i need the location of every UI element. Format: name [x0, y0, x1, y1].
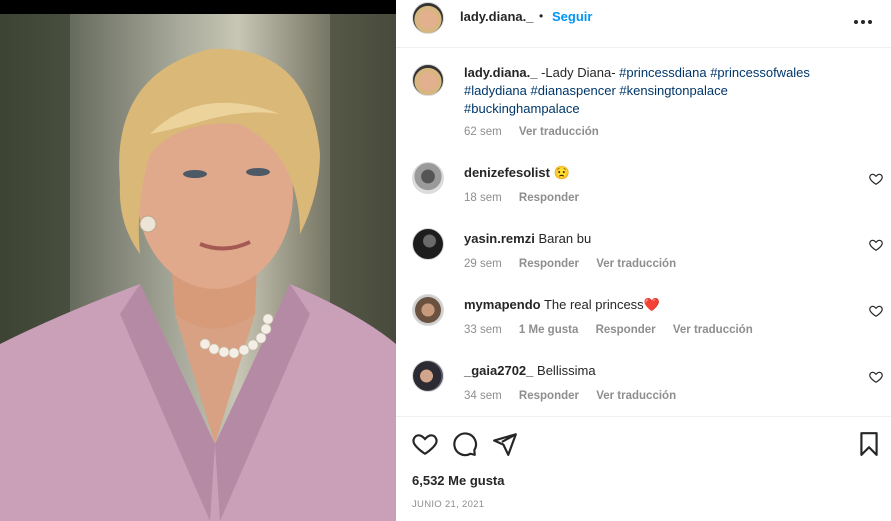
comment-like-heart-icon[interactable]	[869, 172, 883, 186]
reply-link[interactable]: Responder	[519, 192, 579, 204]
post-actions: 6,532 Me gusta JUNIO 21, 2021	[396, 416, 891, 521]
heart-icon[interactable]	[412, 431, 438, 457]
comment-text: _gaia2702_ Bellissima	[464, 362, 864, 380]
comment-likes-link[interactable]: 1 Me gusta	[519, 324, 578, 336]
comment-item: mymapendo The real princess❤️ 33 sem 1 M…	[396, 294, 891, 346]
comment-time[interactable]: 18 sem	[464, 192, 502, 204]
comment-username[interactable]: yasin.remzi	[464, 231, 535, 246]
comment-body: 😟	[553, 165, 570, 180]
comment-meta: 33 sem 1 Me gusta Responder Ver traducci…	[464, 324, 767, 336]
comment-item: denizefesolist 😟 18 sem Responder	[396, 162, 891, 214]
comment-text: mymapendo The real princess❤️	[464, 296, 864, 314]
translate-link[interactable]: Ver traducción	[596, 258, 676, 270]
comment-text: yasin.remzi Baran bu	[464, 230, 864, 248]
author-avatar[interactable]	[412, 2, 444, 34]
post-header: lady.diana._ • Seguir	[396, 0, 891, 48]
share-icon[interactable]	[492, 431, 518, 457]
comment-meta: 29 sem Responder Ver traducción	[464, 258, 690, 270]
caption-body: -Lady Diana-	[541, 65, 620, 80]
likes-count[interactable]: 6,532 Me gusta	[412, 473, 505, 488]
photo-image	[0, 14, 396, 521]
reply-link[interactable]: Responder	[519, 258, 579, 270]
caption-username[interactable]: lady.diana._	[464, 65, 537, 80]
comment-item: yasin.remzi Baran bu 29 sem Responder Ve…	[396, 228, 891, 280]
photo-top-bar	[0, 0, 396, 14]
comment-username[interactable]: _gaia2702_	[464, 363, 533, 378]
caption-time[interactable]: 62 sem	[464, 126, 502, 138]
comment-avatar[interactable]	[412, 360, 444, 392]
portrait-illustration	[0, 14, 396, 521]
comment-time[interactable]: 33 sem	[464, 324, 502, 336]
author-username[interactable]: lady.diana._	[460, 9, 533, 24]
comment-body: Baran bu	[538, 231, 592, 246]
comment-item: _gaia2702_ Bellissima 34 sem Responder V…	[396, 360, 891, 412]
translate-link[interactable]: Ver traducción	[673, 324, 753, 336]
caption-hashtags-3[interactable]: #buckinghampalace	[464, 101, 580, 116]
comment-text: denizefesolist 😟	[464, 164, 864, 182]
comment-icon[interactable]	[452, 431, 478, 457]
comment-avatar[interactable]	[412, 162, 444, 194]
more-options-icon[interactable]	[851, 10, 875, 34]
comment-meta: 34 sem Responder Ver traducción	[464, 390, 690, 402]
comment-username[interactable]: denizefesolist	[464, 165, 550, 180]
comment-time[interactable]: 34 sem	[464, 390, 502, 402]
follow-button[interactable]: Seguir	[552, 9, 592, 24]
caption-translate-link[interactable]: Ver traducción	[519, 126, 599, 138]
separator-dot: •	[539, 9, 544, 23]
caption-hashtags-1[interactable]: #princessdiana #princessofwales	[619, 65, 810, 80]
comment-time[interactable]: 29 sem	[464, 258, 502, 270]
comment-body: Bellissima	[537, 363, 596, 378]
post-date[interactable]: JUNIO 21, 2021	[412, 499, 484, 510]
comments-list: lady.diana._ -Lady Diana- #princessdiana…	[396, 48, 891, 416]
post-details-panel: lady.diana._ • Seguir lady.diana._ -Lady…	[396, 0, 891, 521]
bookmark-icon[interactable]	[856, 431, 882, 457]
comment-meta: 18 sem Responder	[464, 192, 593, 204]
comment-like-heart-icon[interactable]	[869, 370, 883, 384]
comment-like-heart-icon[interactable]	[869, 304, 883, 318]
translate-link[interactable]: Ver traducción	[596, 390, 676, 402]
caption-meta: 62 sem Ver traducción	[464, 126, 613, 138]
comment-username[interactable]: mymapendo	[464, 297, 541, 312]
comment-body: The real princess❤️	[543, 297, 660, 312]
reply-link[interactable]: Responder	[596, 324, 656, 336]
reply-link[interactable]: Responder	[519, 390, 579, 402]
post-photo[interactable]	[0, 0, 396, 521]
comment-avatar[interactable]	[412, 294, 444, 326]
caption-row: lady.diana._ -Lady Diana- #princessdiana…	[396, 64, 891, 148]
caption-text: lady.diana._ -Lady Diana- #princessdiana…	[464, 64, 864, 118]
caption-hashtags-2[interactable]: #ladydiana #dianaspencer #kensingtonpala…	[464, 83, 728, 98]
post-modal: lady.diana._ • Seguir lady.diana._ -Lady…	[0, 0, 891, 521]
caption-avatar[interactable]	[412, 64, 444, 96]
comment-like-heart-icon[interactable]	[869, 238, 883, 252]
comment-avatar[interactable]	[412, 228, 444, 260]
